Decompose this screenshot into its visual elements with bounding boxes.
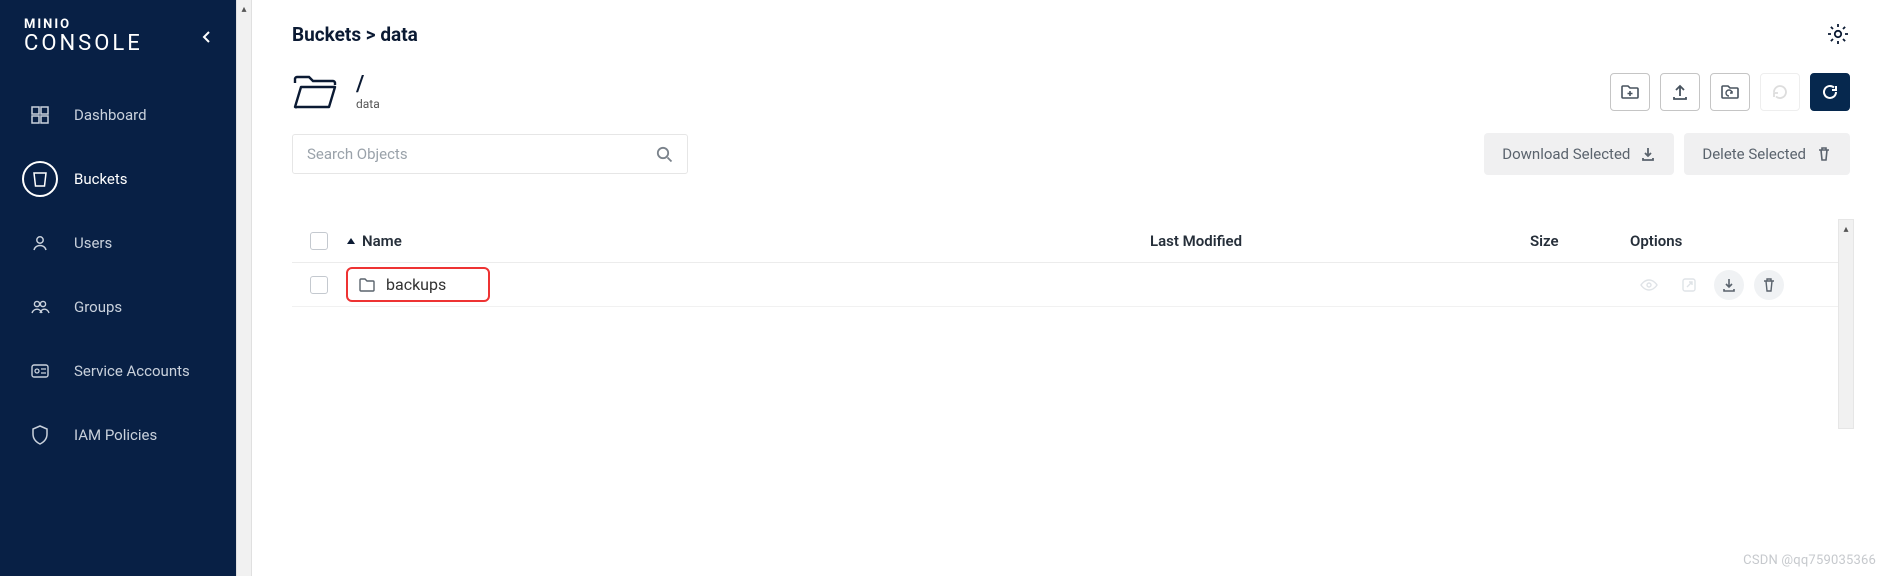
dashboard-icon [22,97,58,133]
table-row[interactable]: backups [292,263,1850,307]
shield-icon [22,417,58,453]
breadcrumb: Buckets > data [292,23,418,46]
row-options [1630,270,1850,300]
trash-icon [1762,277,1776,293]
delete-selected-button[interactable]: Delete Selected [1684,133,1850,175]
column-size[interactable]: Size [1530,232,1630,250]
content: / data [252,54,1890,307]
search-box [292,134,688,174]
scroll-up-icon: ▴ [239,2,249,16]
sidebar-item-service-accounts[interactable]: Service Accounts [0,341,236,401]
download-icon [1640,146,1656,162]
delete-selected-label: Delete Selected [1702,145,1806,163]
refresh-icon [1821,83,1839,101]
bulk-actions: Download Selected Delete Selected [1484,133,1850,175]
object-name-cell[interactable]: backups [346,267,490,302]
column-options-label: Options [1630,232,1682,250]
sidebar-item-label: IAM Policies [74,426,157,444]
sidebar-item-label: Dashboard [74,106,147,124]
sidebar: MINIO CONSOLE Dashboard Buckets [0,0,236,576]
trash-icon [1816,146,1832,162]
outer-scrollbar[interactable]: ▴ [236,0,252,576]
sidebar-item-users[interactable]: Users [0,213,236,273]
sidebar-nav: Dashboard Buckets Users Groups [0,85,236,465]
sidebar-collapse-button[interactable] [196,24,218,50]
download-selected-label: Download Selected [1502,145,1630,163]
path-display: / [356,72,380,97]
share-option [1674,270,1704,300]
path-label: data [356,97,380,111]
folder-icon [358,277,376,293]
download-icon [1721,277,1737,293]
brand: MINIO CONSOLE [24,18,143,55]
folder-plus-icon [1620,83,1640,101]
object-name: backups [386,275,446,294]
path-text: / data [356,72,380,111]
path-row: / data [292,72,1850,111]
chevron-left-icon [202,30,212,44]
sort-asc-icon [346,236,356,246]
refresh-icon [1771,83,1789,101]
groups-icon [22,289,58,325]
view-option [1634,270,1664,300]
scroll-up-icon: ▴ [1841,222,1851,236]
select-all-checkbox[interactable] [310,232,328,250]
delete-option[interactable] [1754,270,1784,300]
folder-open-icon [292,73,338,111]
search-icon [655,145,673,163]
header: Buckets > data [252,0,1890,54]
column-modified[interactable]: Last Modified [1150,232,1530,250]
upload-button[interactable] [1660,73,1700,111]
brand-bottom: CONSOLE [24,33,143,55]
table-scrollbar[interactable]: ▴ [1838,219,1854,429]
column-name-label: Name [362,232,402,250]
refresh-button[interactable] [1810,73,1850,111]
upload-icon [1671,83,1689,101]
rewind-folder-icon [1720,83,1740,101]
main: Buckets > data / data [252,0,1890,576]
bucket-icon [22,161,58,197]
download-option[interactable] [1714,270,1744,300]
settings-button[interactable] [1826,22,1850,46]
sidebar-item-dashboard[interactable]: Dashboard [0,85,236,145]
table-header: Name Last Modified Size Options [292,219,1850,263]
new-folder-button[interactable] [1610,73,1650,111]
sidebar-item-label: Buckets [74,170,128,188]
column-name[interactable]: Name [346,232,1150,250]
refresh-ghost-button [1760,73,1800,111]
path-left: / data [292,72,380,111]
search-row: Download Selected Delete Selected [292,133,1850,175]
service-accounts-icon [22,353,58,389]
watermark: CSDN @qq759035366 [1743,553,1876,568]
eye-icon [1640,278,1658,292]
brand-top: MINIO [24,18,143,31]
object-table: Name Last Modified Size Options backups [292,219,1850,307]
search-input[interactable] [307,145,655,163]
download-selected-button[interactable]: Download Selected [1484,133,1674,175]
rewind-folder-button[interactable] [1710,73,1750,111]
column-size-label: Size [1530,232,1559,250]
sidebar-item-label: Groups [74,298,122,316]
column-modified-label: Last Modified [1150,232,1242,250]
gear-icon [1826,22,1850,46]
column-options: Options [1630,232,1850,250]
sidebar-item-label: Service Accounts [74,362,190,380]
sidebar-item-buckets[interactable]: Buckets [0,149,236,209]
sidebar-item-label: Users [74,234,112,252]
brand-row: MINIO CONSOLE [0,18,236,73]
app-root: MINIO CONSOLE Dashboard Buckets [0,0,1890,576]
row-checkbox[interactable] [310,276,328,294]
sidebar-item-groups[interactable]: Groups [0,277,236,337]
share-icon [1681,277,1697,293]
toolbar [1610,73,1850,111]
user-icon [22,225,58,261]
sidebar-item-iam-policies[interactable]: IAM Policies [0,405,236,465]
